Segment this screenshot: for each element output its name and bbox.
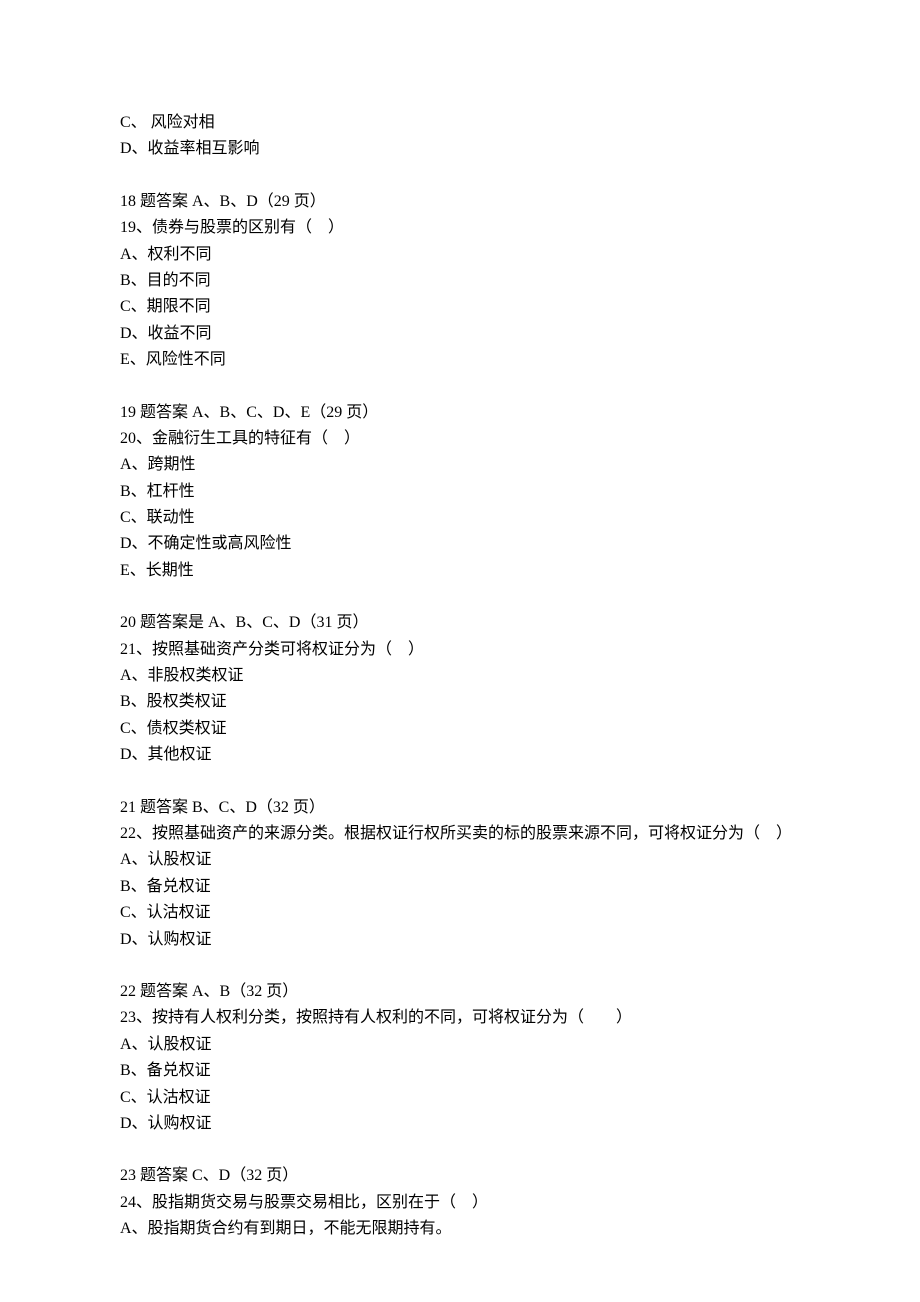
text-line: B、备兑权证 <box>120 874 800 900</box>
text-line: A、认股权证 <box>120 1032 800 1058</box>
text-line: 18 题答案 A、B、D（29 页） <box>120 189 800 215</box>
text-line: A、跨期性 <box>120 452 800 478</box>
text-line: D、不确定性或高风险性 <box>120 531 800 557</box>
blank-line <box>120 584 800 610</box>
blank-line <box>120 1137 800 1163</box>
text-line: C、 风险对相 <box>120 110 800 136</box>
text-line: C、联动性 <box>120 505 800 531</box>
text-line: A、非股权类权证 <box>120 663 800 689</box>
text-line: B、目的不同 <box>120 268 800 294</box>
text-line: 22、按照基础资产的来源分类。根据权证行权所买卖的标的股票来源不同，可将权证分为… <box>120 821 800 847</box>
blank-line <box>120 769 800 795</box>
text-line: 19 题答案 A、B、C、D、E（29 页） <box>120 400 800 426</box>
text-line: B、股权类权证 <box>120 689 800 715</box>
text-line: D、认购权证 <box>120 927 800 953</box>
text-line: A、权利不同 <box>120 242 800 268</box>
text-line: D、收益率相互影响 <box>120 136 800 162</box>
text-line: D、收益不同 <box>120 321 800 347</box>
text-line: 22 题答案 A、B（32 页） <box>120 979 800 1005</box>
text-line: C、债权类权证 <box>120 716 800 742</box>
text-line: C、认沽权证 <box>120 1085 800 1111</box>
document-page: C、 风险对相D、收益率相互影响 18 题答案 A、B、D（29 页）19、债券与… <box>0 0 920 1292</box>
text-line: A、股指期货合约有到期日，不能无限期持有。 <box>120 1216 800 1242</box>
document-content: C、 风险对相D、收益率相互影响 18 题答案 A、B、D（29 页）19、债券与… <box>120 110 800 1242</box>
blank-line <box>120 163 800 189</box>
text-line: 19、债券与股票的区别有（ ） <box>120 215 800 241</box>
text-line: A、认股权证 <box>120 847 800 873</box>
text-line: 23、按持有人权利分类，按照持有人权利的不同，可将权证分为（ ） <box>120 1005 800 1031</box>
text-line: D、认购权证 <box>120 1111 800 1137</box>
text-line: E、长期性 <box>120 558 800 584</box>
text-line: D、其他权证 <box>120 742 800 768</box>
text-line: C、认沽权证 <box>120 900 800 926</box>
text-line: 20 题答案是 A、B、C、D（31 页） <box>120 610 800 636</box>
text-line: 23 题答案 C、D（32 页） <box>120 1163 800 1189</box>
blank-line <box>120 374 800 400</box>
text-line: 21、按照基础资产分类可将权证分为（ ） <box>120 637 800 663</box>
text-line: B、杠杆性 <box>120 479 800 505</box>
text-line: C、期限不同 <box>120 294 800 320</box>
text-line: B、备兑权证 <box>120 1058 800 1084</box>
text-line: 21 题答案 B、C、D（32 页） <box>120 795 800 821</box>
text-line: 20、金融衍生工具的特征有（ ） <box>120 426 800 452</box>
blank-line <box>120 953 800 979</box>
text-line: 24、股指期货交易与股票交易相比，区别在于（ ） <box>120 1190 800 1216</box>
text-line: E、风险性不同 <box>120 347 800 373</box>
